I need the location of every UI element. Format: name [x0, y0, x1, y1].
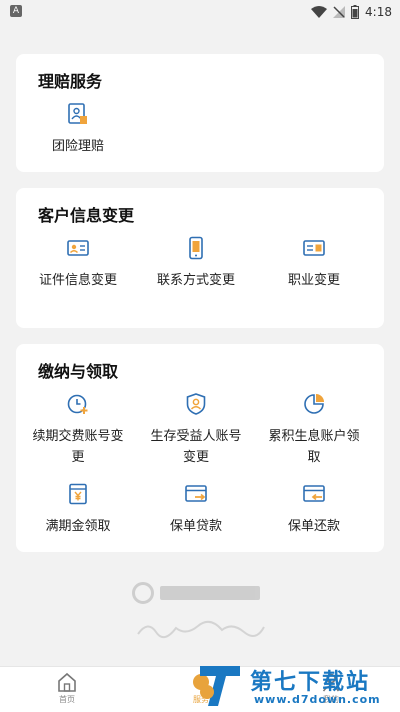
customer-info-card: 客户信息变更 证件信息变更 联系方式变更 职业变更 — [16, 188, 384, 328]
brand-watermark: 第七下载站 www.d7down.com — [196, 662, 400, 712]
id-info-change-label: 证件信息变更 — [38, 273, 117, 288]
brand-url: www.d7down.com — [254, 693, 381, 706]
renewal-account-change-label: 续期交费账号变更 — [32, 429, 124, 465]
job-change-item[interactable]: 职业变更 — [254, 236, 374, 291]
group-claim-item[interactable]: 团险理赔 — [18, 102, 138, 157]
signal-off-icon — [333, 6, 346, 18]
accumulated-interest-item[interactable]: 累积生息账户领取 — [254, 392, 374, 468]
policy-loan-item[interactable]: 保单贷款 — [136, 482, 256, 537]
contact-change-label: 联系方式变更 — [156, 273, 235, 288]
card-in-icon — [303, 485, 325, 502]
tab-home-label: 首页 — [59, 695, 75, 704]
policy-loan-label: 保单贷款 — [169, 519, 222, 534]
battery-icon — [351, 5, 360, 19]
notification-icon: A — [10, 5, 22, 17]
job-change-label: 职业变更 — [287, 273, 340, 288]
tab-home[interactable]: 首页 — [42, 671, 92, 705]
survival-beneficiary-change-label: 生存受益人账号变更 — [150, 429, 242, 465]
id-card-icon — [67, 240, 89, 256]
company-mark-icon — [132, 582, 154, 604]
claims-title: 理赔服务 — [38, 72, 103, 91]
card-out-icon — [185, 485, 207, 502]
photo-doc-icon — [68, 103, 87, 124]
pie-icon — [304, 394, 324, 414]
maturity-claim-label: 满期金领取 — [45, 519, 111, 534]
contact-change-item[interactable]: 联系方式变更 — [136, 236, 256, 291]
yen-box-icon — [69, 483, 87, 505]
brand-name: 第七下载站 — [250, 670, 371, 695]
brand-logo-icon — [200, 666, 240, 706]
signature-watermark — [137, 620, 265, 639]
renewal-account-change-item[interactable]: 续期交费账号变更 — [18, 392, 138, 468]
customer-info-title: 客户信息变更 — [38, 206, 135, 225]
phone-icon — [189, 236, 203, 260]
shield-person-icon — [186, 393, 206, 415]
company-watermark-logo — [132, 580, 272, 606]
policy-repayment-item[interactable]: 保单还款 — [254, 482, 374, 537]
clock-plus-icon — [67, 394, 88, 414]
home-icon — [58, 672, 76, 692]
status-bar: A 4:18 — [0, 0, 400, 24]
maturity-claim-item[interactable]: 满期金领取 — [18, 482, 138, 537]
company-wordmark — [160, 586, 260, 600]
accumulated-interest-label: 累积生息账户领取 — [268, 429, 360, 465]
payment-card: 缴纳与领取 续期交费账号变更 生存受益人账号变更 累积生息账户领取 满期金领取 — [16, 344, 384, 552]
group-claim-label: 团险理赔 — [51, 139, 104, 154]
badge-icon — [303, 240, 325, 256]
survival-beneficiary-change-item[interactable]: 生存受益人账号变更 — [136, 392, 256, 468]
payment-title: 缴纳与领取 — [38, 362, 119, 381]
policy-repayment-label: 保单还款 — [287, 519, 340, 534]
claims-card: 理赔服务 团险理赔 — [16, 54, 384, 172]
id-info-change-item[interactable]: 证件信息变更 — [18, 236, 138, 291]
status-time: 4:18 — [365, 5, 392, 19]
wifi-icon — [311, 6, 328, 18]
status-indicators: 4:18 — [311, 3, 392, 21]
